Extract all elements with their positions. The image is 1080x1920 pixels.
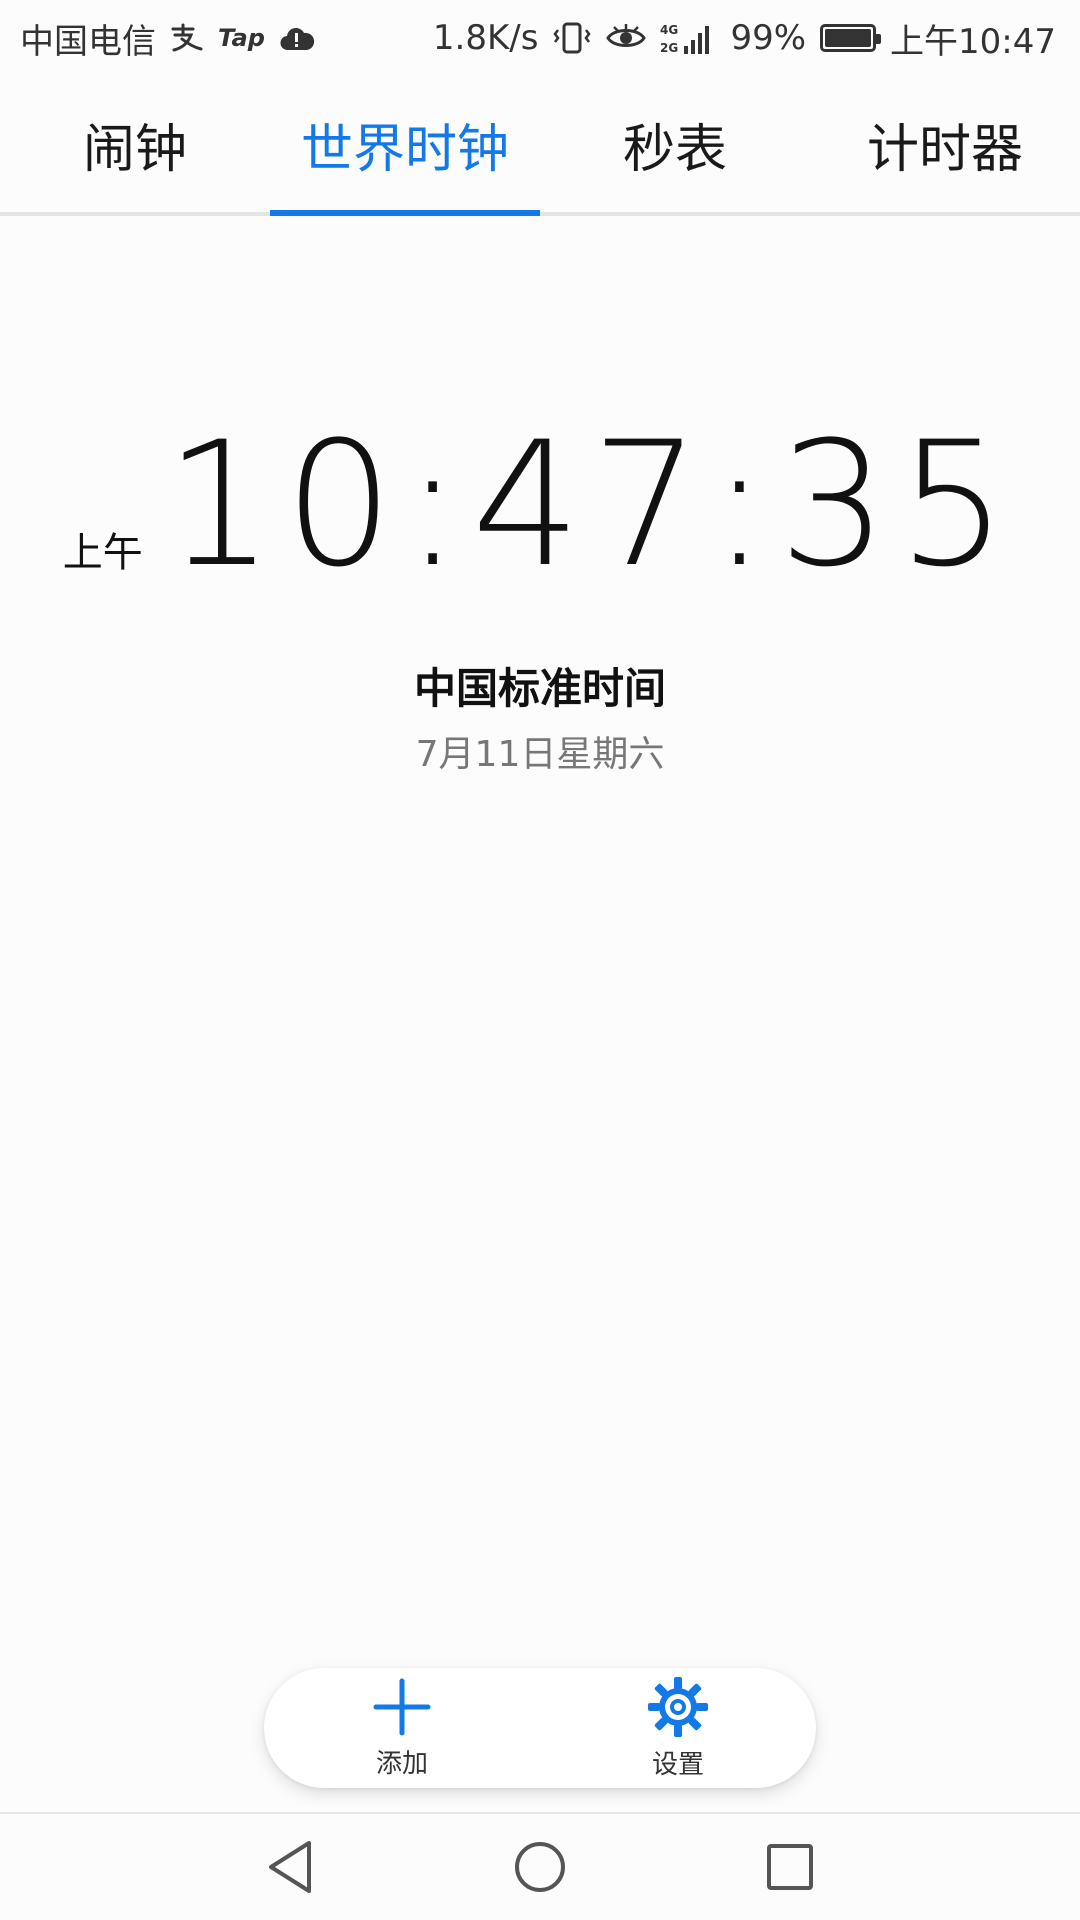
status-bar: 中国电信 Tap 1.8K/s 4G 2G 99% 上午10:47 bbox=[0, 0, 1080, 76]
vibrate-icon bbox=[552, 21, 592, 55]
battery-icon bbox=[820, 24, 882, 52]
status-bar-right: 1.8K/s 4G 2G 99% 上午10:47 bbox=[433, 14, 1056, 63]
world-clock-screen: 中国电信 Tap 1.8K/s 4G 2G 99% 上午10:47 闹钟 世界时… bbox=[0, 0, 1080, 1920]
cloud-alert-icon bbox=[279, 24, 315, 52]
settings-button[interactable]: 设置 bbox=[588, 1673, 768, 1783]
tap-icon: Tap bbox=[218, 24, 265, 52]
network-speed: 1.8K/s bbox=[432, 18, 539, 58]
clock-time: 10:47:35 bbox=[164, 404, 1018, 605]
action-bar: 添加 设置 bbox=[264, 1668, 816, 1788]
home-circle-icon bbox=[512, 1839, 568, 1895]
recents-square-icon bbox=[765, 1842, 815, 1892]
tab-stopwatch[interactable]: 秒表 bbox=[540, 76, 810, 212]
eye-icon bbox=[606, 23, 647, 53]
navigation-bar bbox=[0, 1812, 1080, 1920]
gear-icon bbox=[647, 1676, 709, 1738]
back-button[interactable] bbox=[260, 1837, 320, 1897]
carrier-name: 中国电信 bbox=[20, 21, 156, 62]
back-triangle-icon bbox=[265, 1839, 315, 1895]
add-city-button[interactable]: 添加 bbox=[312, 1673, 492, 1783]
timezone-name: 中国标准时间 bbox=[413, 664, 666, 713]
settings-label: 设置 bbox=[651, 1749, 704, 1780]
tab-alarm[interactable]: 闹钟 bbox=[0, 76, 270, 212]
tab-bar: 闹钟 世界时钟 秒表 计时器 bbox=[0, 76, 1080, 216]
svg-text:4G: 4G bbox=[660, 23, 678, 37]
status-time: 上午10:47 bbox=[890, 21, 1056, 62]
signal-icon: 4G 2G bbox=[660, 20, 716, 56]
local-clock: 上午 10:47:35 bbox=[0, 404, 1080, 605]
clock-ampm: 上午 bbox=[62, 530, 143, 576]
alipay-icon bbox=[170, 23, 204, 53]
status-bar-left: 中国电信 Tap bbox=[20, 14, 315, 63]
clock-date: 7月11日星期六 bbox=[415, 734, 665, 775]
plus-icon bbox=[372, 1677, 432, 1737]
home-button[interactable] bbox=[510, 1837, 570, 1897]
tab-timer[interactable]: 计时器 bbox=[810, 76, 1080, 212]
battery-fill bbox=[825, 29, 871, 47]
recents-button[interactable] bbox=[760, 1837, 820, 1897]
battery-percent: 99% bbox=[730, 18, 807, 58]
tab-world-clock[interactable]: 世界时钟 bbox=[270, 76, 540, 216]
svg-text:2G: 2G bbox=[660, 41, 678, 55]
add-label: 添加 bbox=[375, 1748, 428, 1779]
